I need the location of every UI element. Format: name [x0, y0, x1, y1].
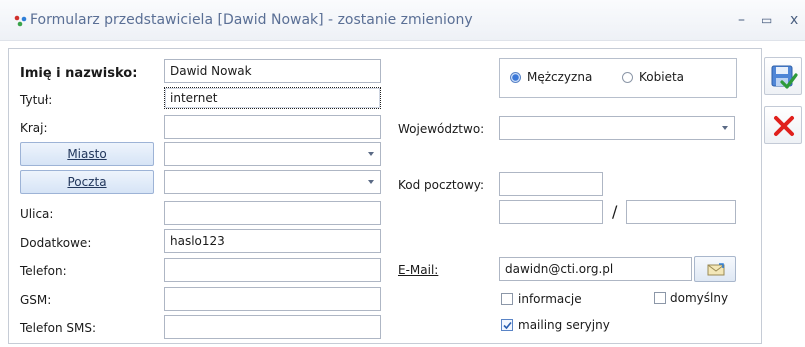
extra-input[interactable]: haslo123: [164, 229, 381, 253]
sms-label: Telefon SMS:: [20, 321, 97, 335]
default-checkbox[interactable]: [654, 292, 666, 304]
maximize-button[interactable]: ▭: [761, 13, 772, 27]
checkmark-icon: [503, 321, 512, 330]
gsm-input[interactable]: [164, 287, 381, 311]
male-radio[interactable]: [510, 72, 521, 83]
name-input[interactable]: Dawid Nowak: [164, 59, 381, 83]
info-checkbox[interactable]: [501, 293, 513, 305]
postcode-separator: /: [612, 202, 618, 221]
female-label[interactable]: Kobieta: [639, 70, 684, 84]
street-label: Ulica:: [20, 207, 54, 221]
postcode-extra-input[interactable]: [499, 200, 603, 224]
title-input[interactable]: internet: [164, 87, 381, 109]
window-title: Formularz przedstawiciela [Dawid Nowak] …: [30, 12, 473, 28]
name-label: Imię i nazwisko:: [20, 66, 138, 81]
gsm-label: GSM:: [20, 293, 52, 307]
info-label[interactable]: informacje: [518, 292, 582, 306]
minimize-button[interactable]: –: [738, 12, 745, 28]
extra-label: Dodatkowe:: [20, 236, 92, 250]
post-button[interactable]: Poczta: [20, 170, 154, 194]
postcode-extra-input-2[interactable]: [626, 200, 736, 224]
postcode-label: Kod pocztowy:: [398, 178, 485, 192]
cancel-icon: [774, 116, 794, 136]
close-button[interactable]: x: [790, 12, 798, 28]
country-label: Kraj:: [20, 121, 48, 135]
post-combo[interactable]: [164, 170, 381, 194]
phone-input[interactable]: [164, 258, 381, 282]
email-label: E-Mail:: [398, 263, 439, 277]
phone-label: Telefon:: [20, 264, 67, 278]
save-button[interactable]: [764, 57, 802, 95]
chevron-down-icon[interactable]: [368, 152, 374, 156]
representative-form-icon: [14, 15, 27, 27]
male-label[interactable]: Mężczyzna: [527, 70, 592, 84]
save-icon: [771, 65, 798, 89]
default-label[interactable]: domyślny: [670, 291, 728, 305]
title-bar: Formularz przedstawiciela [Dawid Nowak] …: [0, 0, 805, 41]
cancel-button[interactable]: [764, 106, 802, 144]
street-input[interactable]: [164, 201, 381, 225]
city-combo[interactable]: [164, 142, 381, 166]
send-email-icon: [707, 263, 725, 276]
chevron-down-icon[interactable]: [368, 180, 374, 184]
mailing-label[interactable]: mailing seryjny: [518, 318, 610, 332]
country-input[interactable]: [164, 115, 381, 139]
title-label: Tytuł:: [20, 93, 53, 107]
postcode-input[interactable]: [499, 172, 603, 196]
city-button[interactable]: Miasto: [20, 142, 154, 166]
voivodeship-combo[interactable]: [499, 116, 735, 140]
email-input[interactable]: dawidn@cti.org.pl: [499, 257, 692, 281]
voivodeship-label: Województwo:: [398, 122, 485, 136]
mailing-checkbox[interactable]: [501, 319, 513, 331]
female-radio[interactable]: [622, 72, 633, 83]
sms-input[interactable]: [164, 315, 381, 339]
chevron-down-icon[interactable]: [722, 126, 728, 130]
send-email-button[interactable]: [694, 256, 736, 282]
